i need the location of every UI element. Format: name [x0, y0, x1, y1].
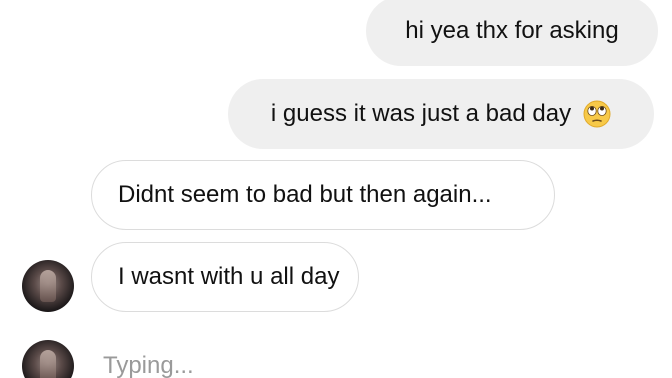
message-bubble-outgoing[interactable]: i guess it was just a bad day — [228, 79, 654, 149]
message-text: I wasnt with u all day — [118, 263, 340, 290]
message-text: hi yea thx for asking — [405, 17, 619, 44]
message-bubble-outgoing[interactable]: hi yea thx for asking — [366, 0, 658, 66]
message-bubble-incoming[interactable]: I wasnt with u all day — [91, 242, 359, 312]
sender-avatar[interactable] — [22, 260, 74, 312]
eye-roll-emoji-icon — [583, 100, 611, 128]
typing-indicator: Typing... — [103, 352, 194, 378]
message-text: i guess it was just a bad day — [270, 100, 572, 127]
typing-avatar[interactable] — [22, 340, 74, 378]
chat-thread: hi yea thx for asking i guess it was jus… — [0, 0, 672, 378]
message-bubble-incoming[interactable]: Didnt seem to bad but then again... — [91, 160, 555, 230]
message-text: Didnt seem to bad but then again... — [118, 181, 492, 208]
